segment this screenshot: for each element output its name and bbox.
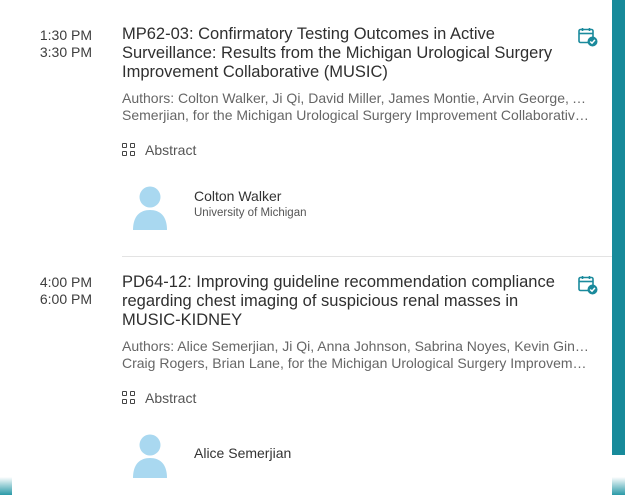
calendar-check-icon[interactable] [578, 275, 598, 295]
session-title[interactable]: PD64-12: Improving guideline recommendat… [122, 273, 562, 330]
session-title[interactable]: MP62-03: Confirmatory Testing Outcomes i… [122, 25, 562, 82]
session-authors: Authors: Alice Semerjian, Ji Qi, Anna Jo… [122, 338, 590, 372]
session-time-end: 6:00 PM [39, 291, 92, 307]
avatar-icon [133, 434, 167, 478]
authors-line: Authors: Colton Walker, Ji Qi, David Mil… [122, 90, 590, 106]
session-item: 1:30 PM 3:30 PM MP62-03: Confirmatory Te… [12, 0, 612, 258]
speaker-name[interactable]: Alice Semerjian [194, 445, 291, 461]
avatar-icon [133, 186, 167, 230]
session-list: 1:30 PM 3:30 PM MP62-03: Confirmatory Te… [12, 0, 612, 495]
session-item: 4:00 PM 6:00 PM PD64-12: Improving guide… [12, 258, 612, 495]
session-time: 4:00 PM 6:00 PM [12, 274, 92, 308]
authors-line: Authors: Alice Semerjian, Ji Qi, Anna Jo… [122, 338, 590, 354]
session-time-end: 3:30 PM [39, 44, 92, 60]
authors-line: Craig Rogers, Brian Lane, for the Michig… [122, 355, 590, 371]
speaker-name[interactable]: Colton Walker [194, 188, 281, 204]
session-divider [122, 256, 612, 257]
background-accent-bar [612, 0, 625, 495]
speaker-affiliation: University of Michigan [194, 207, 307, 219]
abstract-link[interactable]: Abstract [122, 389, 196, 407]
calendar-check-icon[interactable] [578, 27, 598, 47]
abstract-label: Abstract [145, 142, 197, 158]
session-authors: Authors: Colton Walker, Ji Qi, David Mil… [122, 90, 590, 124]
session-time-start: 1:30 PM [39, 27, 92, 43]
authors-line: Semerjian, for the Michigan Urological S… [122, 107, 590, 123]
abstract-icon [122, 143, 136, 157]
abstract-icon [122, 391, 136, 405]
session-time-start: 4:00 PM [39, 274, 92, 290]
session-time: 1:30 PM 3:30 PM [12, 27, 92, 61]
abstract-link[interactable]: Abstract [122, 141, 196, 159]
abstract-label: Abstract [145, 390, 197, 406]
